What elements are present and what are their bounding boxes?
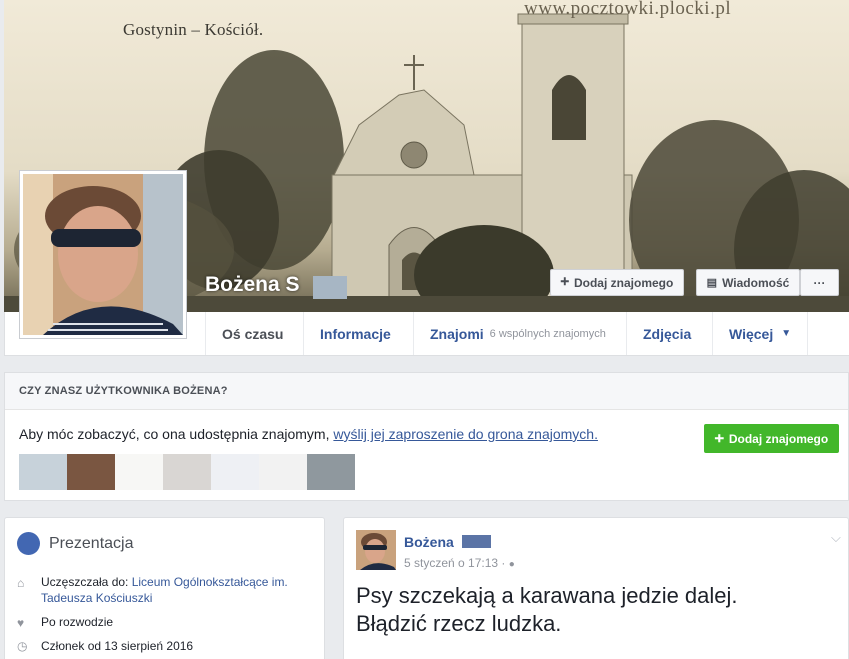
friend-thumbnail[interactable] xyxy=(19,454,67,490)
add-friend-icon: ➕︎ xyxy=(560,276,569,288)
intro-relationship: Po rozwodzie xyxy=(41,615,114,629)
message-button[interactable]: ▤ Wiadomość xyxy=(696,269,800,296)
message-label: Wiadomość xyxy=(722,275,790,290)
add-friend-button[interactable]: ➕︎ Dodaj znajomego xyxy=(550,269,684,296)
do-you-know-box: CZY ZNASZ UŻYTKOWNIKA BOŻENA? Aby móc zo… xyxy=(4,372,849,501)
cover-watermark: www.pocztowki.plocki.pl xyxy=(524,0,732,19)
tab-more-label: Więcej xyxy=(729,325,774,342)
intro-school: Uczęszczała do: Liceum Ogólnokształcące … xyxy=(41,574,288,606)
profile-name[interactable]: Bożena S xyxy=(205,273,300,297)
redacted-surname xyxy=(313,276,347,299)
tab-about[interactable]: Informacje xyxy=(303,312,413,355)
friend-thumbnail[interactable] xyxy=(307,454,355,490)
globe-icon xyxy=(17,532,40,555)
tab-timeline[interactable]: Oś czasu xyxy=(205,312,303,355)
more-options-icon: ··· xyxy=(813,275,826,290)
friend-thumbnail[interactable] xyxy=(67,454,115,490)
do-you-know-header: CZY ZNASZ UŻYTKOWNIKA BOŻENA? xyxy=(5,373,848,410)
post-line: Błądzić rzecz ludzka. xyxy=(356,611,562,636)
school-link-cont[interactable]: Tadeusza Kościuszki xyxy=(41,591,152,605)
post-avatar-image xyxy=(356,530,396,570)
post-author[interactable]: Bożena xyxy=(404,534,454,550)
clock-icon: ◷ xyxy=(17,639,28,653)
add-friend-icon: ➕︎ xyxy=(714,431,724,445)
tab-about-label: Informacje xyxy=(320,325,391,342)
tab-friends[interactable]: Znajomi 6 wspólnych znajomych xyxy=(413,312,626,355)
more-options-button[interactable]: ··· xyxy=(800,269,839,296)
post-avatar[interactable] xyxy=(356,530,396,570)
intro-member-since: Członek od 13 sierpień 2016 xyxy=(41,639,194,653)
post-card: Bożena 5 styczeń o 17:13 · ● ⌵ Psy szcze… xyxy=(343,517,849,659)
post-timestamp[interactable]: 5 styczeń o 17:13 · ● xyxy=(404,556,515,570)
school-link[interactable]: Liceum Ogólnokształcące im. xyxy=(132,575,288,589)
do-you-know-prompt: Aby móc zobaczyć, co ona udostępnia znaj… xyxy=(19,426,334,442)
message-icon: ▤ xyxy=(706,277,718,289)
do-you-know-text: Aby móc zobaczyć, co ona udostępnia znaj… xyxy=(19,426,598,442)
cover-caption: Gostynin – Kościół. xyxy=(123,20,264,39)
send-request-link[interactable]: wyślij jej zaproszenie do grona znajomyc… xyxy=(333,426,598,442)
add-friend-label: Dodaj znajomego xyxy=(573,275,674,290)
post-text: Psy szczekają a karawana jedzie dalej. B… xyxy=(356,582,738,638)
globe-icon: ● xyxy=(508,559,515,570)
tab-more[interactable]: Więcej ▼ xyxy=(712,312,808,355)
intro-card: Prezentacja ⌂ Uczęszczała do: Liceum Ogó… xyxy=(4,517,325,659)
friend-thumbnail[interactable] xyxy=(163,454,211,490)
avatar xyxy=(23,174,183,335)
friend-thumbnail[interactable] xyxy=(259,454,307,490)
profile-picture[interactable] xyxy=(19,170,187,339)
heart-icon: ♥ xyxy=(17,616,25,630)
add-friend-green-label: Dodaj znajomego xyxy=(728,431,829,446)
tab-timeline-label: Oś czasu xyxy=(222,325,284,342)
tab-photos[interactable]: Zdjęcia xyxy=(626,312,712,355)
post-time-text: 5 styczeń o 17:13 · xyxy=(404,556,506,570)
friends-thumbnails xyxy=(19,454,355,490)
chevron-down-icon[interactable]: ⌵ xyxy=(831,530,841,546)
add-friend-green-button[interactable]: ➕︎ Dodaj znajomego xyxy=(704,424,839,453)
caret-down-icon: ▼ xyxy=(781,328,792,339)
intro-school-prefix: Uczęszczała do: xyxy=(41,575,132,589)
friend-thumbnail[interactable] xyxy=(211,454,259,490)
post-line: Psy szczekają a karawana jedzie dalej. xyxy=(356,583,738,608)
intro-title: Prezentacja xyxy=(49,535,134,552)
mutual-friends-count: 6 wspólnych znajomych xyxy=(489,327,606,340)
redacted-surname xyxy=(462,535,491,548)
school-icon: ⌂ xyxy=(17,576,25,590)
tab-friends-label: Znajomi xyxy=(430,325,484,342)
tab-photos-label: Zdjęcia xyxy=(643,325,692,342)
friend-thumbnail[interactable] xyxy=(115,454,163,490)
